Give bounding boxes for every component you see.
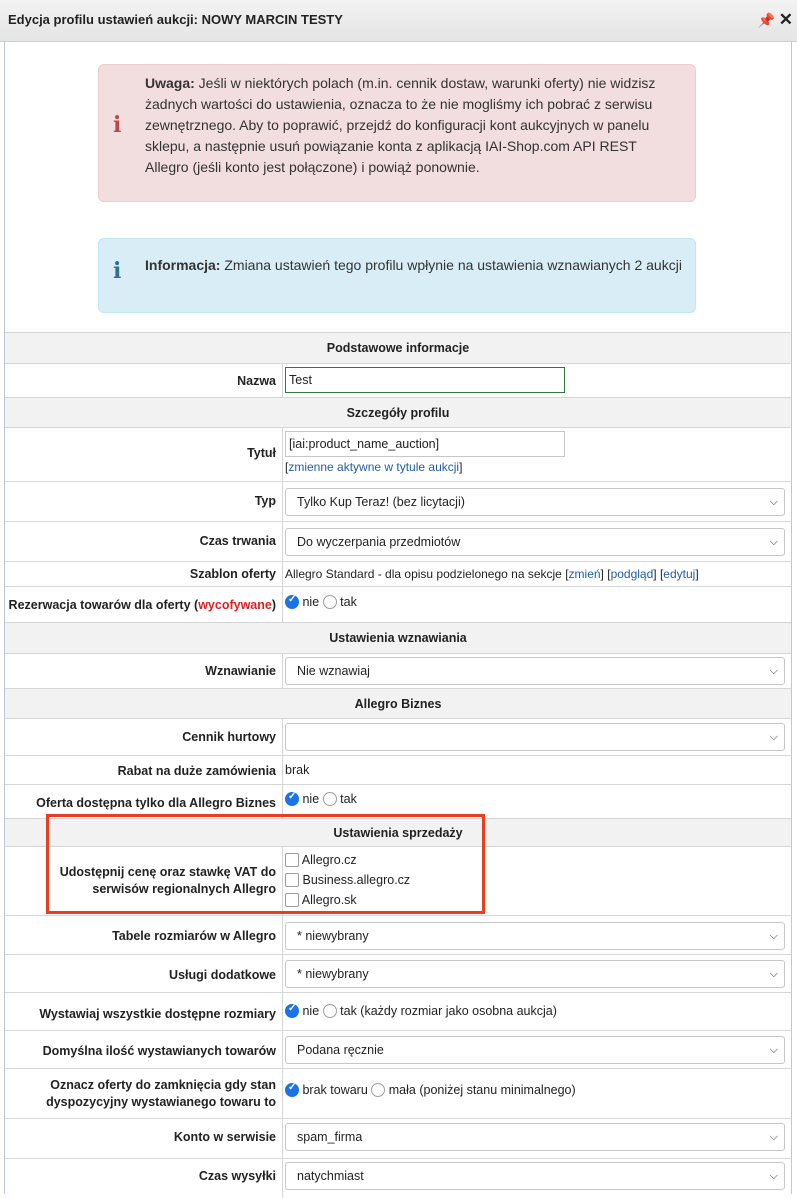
warning-text: Jeśli w niektórych polach (m.in. cennik … [145,75,656,175]
section-business: Allegro Biznes [5,688,791,718]
reservation-label: Rezerwacja towarów dla oferty (wycofywan… [8,598,276,612]
duration-label: Czas trwania [199,534,276,548]
chevron-down-icon: ⌵ [769,930,778,942]
row-extra-services: Usługi dodatkowe * niewybrany ⌵ [5,954,791,992]
close-icon[interactable]: ✕ [779,10,793,30]
type-label: Typ [254,494,276,508]
name-input[interactable]: Test [285,367,565,393]
business-only-yes-radio[interactable] [322,792,337,806]
section-profile-title: Szczegóły profilu [346,406,450,420]
template-edit-link[interactable]: edytuj [663,567,695,581]
section-renewal-title: Ustawienia wznawiania [329,631,467,645]
chevron-down-icon: ⌵ [769,536,778,548]
row-default-qty: Domyślna ilość wystawianych towarów Poda… [5,1030,791,1068]
close-mark-label: Oznacz oferty do zamknięcia gdy stan dysp… [46,1078,276,1109]
name-label: Nazwa [237,374,276,388]
discount-label: Rabat na duże zamówienia [117,764,276,778]
close-mark-low-radio[interactable] [371,1083,386,1097]
row-all-sizes: Wystawiaj wszystkie dostępne rozmiary ni… [5,992,791,1030]
chevron-down-icon: ⌵ [769,731,778,743]
wholesale-select[interactable]: ⌵ [285,723,785,751]
template-label: Szablon oferty [189,567,276,581]
row-wholesale: Cennik hurtowy ⌵ [5,718,791,755]
window-titlebar: Edycja profilu ustawień aukcji: NOWY MAR… [0,0,797,42]
section-business-title: Allegro Biznes [354,697,442,711]
title-label: Tytuł [247,446,276,460]
template-value: Allegro Standard - dla opisu podzieloneg… [285,567,699,581]
title-vars-link-wrap: [zmienne aktywne w tytule aukcji] [285,460,463,474]
all-sizes-yes-radio[interactable] [322,1004,337,1018]
template-preview-link[interactable]: podgląd [611,567,654,581]
business-only-options: nie tak [285,791,357,806]
annotation-highlight-box [46,814,485,914]
window-title: Edycja profilu ustawień aukcji: NOWY MAR… [8,12,343,27]
row-close-mark: Oznacz oferty do zamknięcia gdy stan dysp… [5,1068,791,1118]
title-input[interactable]: [iai:product_name_auction] [285,431,565,457]
row-title: Tytuł [iai:product_name_auction] [zmienn… [5,427,791,481]
row-business-only: Oferta dostępna tylko dla Allegro Biznes… [5,784,791,818]
row-duration: Czas trwania Do wyczerpania przedmiotów ⌵ [5,521,791,561]
account-select[interactable]: spam_firma ⌵ [285,1123,785,1151]
reservation-yes-radio[interactable] [322,595,337,609]
pin-icon[interactable]: 📌 [758,12,775,29]
chevron-down-icon: ⌵ [769,1044,778,1056]
extra-services-label: Usługi dodatkowe [169,968,276,982]
extra-services-select[interactable]: * niewybrany ⌵ [285,960,785,988]
default-qty-select[interactable]: Podana ręcznie ⌵ [285,1036,785,1064]
chevron-down-icon: ⌵ [769,968,778,980]
shipping-time-select[interactable]: natychmiast ⌵ [285,1162,785,1190]
section-basic: Podstawowe informacje [5,332,791,363]
chevron-down-icon: ⌵ [769,665,778,677]
warning-alert: i Uwaga: Jeśli w niektórych polach (m.in… [98,64,696,202]
info-icon: i [113,258,122,284]
info-strong: Informacja: [145,257,221,273]
section-renewal: Ustawienia wznawiania [5,622,791,653]
size-tables-label: Tabele rozmiarów w Allegro [112,929,276,943]
business-only-no-radio[interactable] [285,791,299,806]
close-mark-options: brak towaru mała (poniżej stanu minimaln… [285,1082,576,1097]
type-select[interactable]: Tylko Kup Teraz! (bez licytacji) ⌵ [285,488,785,516]
row-template: Szablon oferty Allegro Standard - dla op… [5,561,791,586]
duration-select[interactable]: Do wyczerpania przedmiotów ⌵ [285,528,785,556]
renewal-label: Wznawianie [205,664,276,678]
account-label: Konto w serwisie [173,1130,276,1144]
row-shipping-time: Czas wysyłki natychmiast ⌵ [5,1158,791,1198]
chevron-down-icon: ⌵ [769,1131,778,1143]
renewal-select[interactable]: Nie wznawiaj ⌵ [285,657,785,685]
all-sizes-label: Wystawiaj wszystkie dostępne rozmiary [39,1007,276,1021]
size-tables-select[interactable]: * niewybrany ⌵ [285,922,785,950]
discount-value: brak [285,763,310,777]
all-sizes-options: nie tak (każdy rozmiar jako osobna aukcj… [285,1003,557,1018]
warning-icon: i [113,112,122,138]
row-size-tables: Tabele rozmiarów w Allegro * niewybrany ⌵ [5,915,791,954]
section-profile: Szczegóły profilu [5,397,791,427]
close-mark-none-radio[interactable] [285,1082,299,1097]
row-reservation: Rezerwacja towarów dla oferty (wycofywan… [5,586,791,622]
business-only-label: Oferta dostępna tylko dla Allegro Biznes [36,796,276,810]
reservation-no-radio[interactable] [285,594,299,609]
wholesale-label: Cennik hurtowy [182,730,276,744]
chevron-down-icon: ⌵ [769,496,778,508]
section-basic-title: Podstawowe informacje [326,341,470,355]
shipping-time-label: Czas wysyłki [198,1169,276,1183]
row-account: Konto w serwisie spam_firma ⌵ [5,1118,791,1158]
reservation-options: nie tak [285,594,357,609]
default-qty-label: Domyślna ilość wystawianych towarów [42,1044,276,1058]
chevron-down-icon: ⌵ [769,1170,778,1182]
info-text: Zmiana ustawień tego profilu wpłynie na … [220,257,682,273]
row-discount: Rabat na duże zamówienia brak [5,755,791,784]
title-vars-link[interactable]: zmienne aktywne w tytule aukcji [288,460,459,474]
template-change-link[interactable]: zmień [569,567,601,581]
warning-strong: Uwaga: [145,75,195,91]
row-renewal: Wznawianie Nie wznawiaj ⌵ [5,653,791,688]
row-type: Typ Tylko Kup Teraz! (bez licytacji) ⌵ [5,481,791,521]
info-alert: i Informacja: Zmiana ustawień tego profi… [98,238,696,313]
row-name: Nazwa Test [5,363,791,397]
all-sizes-no-radio[interactable] [285,1003,299,1018]
